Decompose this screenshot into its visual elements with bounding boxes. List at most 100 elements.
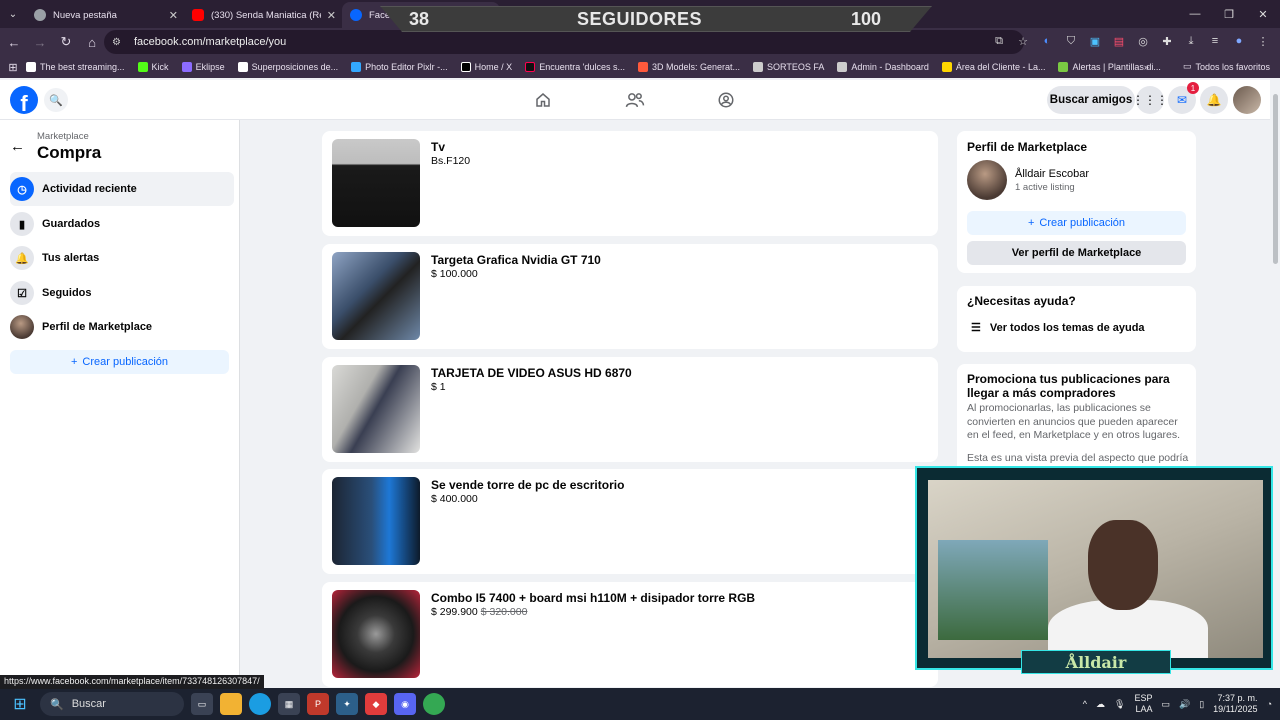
- listing-card[interactable]: Se vende torre de pc de escritorio $ 400…: [322, 469, 938, 574]
- app-icon[interactable]: P: [307, 693, 329, 715]
- listing-price: $ 299.900 $ 320.000: [431, 606, 528, 618]
- facebook-logo[interactable]: f: [10, 86, 38, 114]
- chevron-up-icon[interactable]: ^: [1083, 699, 1087, 709]
- menu-grid-icon[interactable]: ⋮⋮⋮: [1132, 86, 1168, 114]
- bookmark-item[interactable]: Photo Editor Pixlr -...: [351, 62, 448, 72]
- onedrive-cloud-icon[interactable]: ☁: [1096, 699, 1105, 710]
- listing-price: $ 100.000: [431, 268, 478, 280]
- tab-search-menu-icon[interactable]: ⌄: [0, 0, 26, 28]
- app-icon[interactable]: ✦: [336, 693, 358, 715]
- sidebar-item-saved[interactable]: ▮ Guardados: [10, 207, 234, 241]
- windows-start-icon[interactable]: ⊞: [0, 688, 40, 720]
- notifications-bell-icon[interactable]: 🔔: [1200, 86, 1228, 114]
- profile-icon[interactable]: ●: [1230, 32, 1248, 50]
- home-nav-icon[interactable]: [531, 88, 555, 112]
- create-listing-button[interactable]: + Crear publicación: [967, 211, 1186, 235]
- chevron-right-icon: »: [1143, 61, 1149, 72]
- bookmark-item[interactable]: Área del Cliente - La...: [941, 62, 1045, 72]
- close-window-icon[interactable]: ✕: [1246, 0, 1280, 28]
- profile-name[interactable]: Ålldair Escobar: [1015, 168, 1089, 180]
- address-bar[interactable]: ⚙ facebook.com/marketplace/you: [104, 30, 1024, 54]
- bookmark-item[interactable]: SORTEOS FA: [753, 62, 824, 72]
- friends-nav-icon[interactable]: [623, 88, 647, 112]
- download-icon[interactable]: ⤓: [1182, 32, 1200, 50]
- minimize-icon[interactable]: —: [1178, 0, 1212, 28]
- bookmark-item[interactable]: 3D Models: Generat...: [637, 62, 740, 72]
- listing-card[interactable]: Combo I5 7400 + board msi h110M + disipa…: [322, 582, 938, 687]
- edge-icon[interactable]: [249, 693, 271, 715]
- media-icon[interactable]: ≡: [1206, 32, 1224, 50]
- marketplace-sidebar: ← Marketplace Compra ◷ Actividad recient…: [0, 120, 240, 688]
- install-app-icon[interactable]: ⧉: [990, 32, 1008, 50]
- language-indicator[interactable]: ESP LAA: [1134, 693, 1152, 715]
- extension-icon[interactable]: ◎: [1134, 32, 1152, 50]
- notification-center-icon[interactable]: ◔: [1267, 699, 1272, 709]
- apps-grid-icon[interactable]: ⊞: [0, 61, 26, 74]
- avatar[interactable]: [967, 160, 1007, 200]
- bookmark-item[interactable]: The best streaming...: [26, 62, 125, 72]
- promote-preview-text: Esta es una vista previa del aspecto que…: [967, 452, 1189, 464]
- bookmark-star-icon[interactable]: ☆: [1014, 32, 1032, 50]
- browser-toolbar: ← → ↻ ⌂ ⚙ facebook.com/marketplace/you ⧉…: [0, 28, 1280, 56]
- bookmark-item[interactable]: Admin - Dashboard: [837, 62, 929, 72]
- listing-card[interactable]: Tv Bs.F120: [322, 131, 938, 236]
- extension-icon[interactable]: ◐: [1038, 32, 1056, 50]
- forward-arrow-icon[interactable]: →: [28, 30, 52, 54]
- sidebar-item-recent-activity[interactable]: ◷ Actividad reciente: [10, 172, 234, 206]
- browser-tab[interactable]: (330) Senda Maniatica (Remix ✕: [184, 2, 342, 28]
- taskbar-search[interactable]: 🔍 Buscar: [40, 692, 184, 716]
- scrollbar-thumb[interactable]: [1273, 94, 1278, 264]
- bookmark-item[interactable]: Kick: [137, 62, 169, 72]
- extension-icons: ⧉ ☆ ◐ ⛉ ▣ ▤ ◎ ✚ ⤓ ≡ ● ⋮: [990, 32, 1272, 50]
- extension-icon[interactable]: ⛉: [1062, 32, 1080, 50]
- battery-icon[interactable]: ▯: [1199, 699, 1204, 710]
- help-topics-link[interactable]: ☰ Ver todos los temas de ayuda: [971, 321, 1145, 335]
- back-arrow-icon[interactable]: ←: [10, 138, 25, 155]
- all-bookmarks[interactable]: » ▭ Todos los favoritos: [1144, 61, 1270, 72]
- listing-card[interactable]: Targeta Grafica Nvidia GT 710 $ 100.000: [322, 244, 938, 349]
- create-listing-button[interactable]: + Crear publicación: [10, 350, 229, 374]
- messenger-badge: 1: [1187, 82, 1199, 94]
- tab-close-icon[interactable]: ✕: [169, 9, 178, 22]
- app-icon[interactable]: ◆: [365, 693, 387, 715]
- search-icon[interactable]: 🔍: [44, 88, 68, 112]
- chrome-icon[interactable]: [423, 693, 445, 715]
- sidebar-item-marketplace-profile[interactable]: Perfil de Marketplace: [10, 310, 234, 344]
- promote-description: Al promocionarlas, las publicaciones se …: [967, 402, 1181, 441]
- avatar[interactable]: [1233, 86, 1261, 114]
- listing-card[interactable]: TARJETA DE VIDEO ASUS HD 6870 $ 1: [322, 357, 938, 462]
- site-info-icon[interactable]: ⚙: [112, 37, 124, 48]
- discord-icon[interactable]: ◉: [394, 693, 416, 715]
- task-view-icon[interactable]: ▭: [191, 693, 213, 715]
- extension-icon[interactable]: ▣: [1086, 32, 1104, 50]
- tab-close-icon[interactable]: ✕: [327, 9, 336, 22]
- sidebar-item-alerts[interactable]: 🔔 Tus alertas: [10, 241, 234, 275]
- tab-title: Nueva pestaña: [53, 9, 117, 21]
- network-icon[interactable]: ▭: [1161, 699, 1170, 710]
- listing-thumbnail: [332, 365, 420, 453]
- extensions-puzzle-icon[interactable]: ✚: [1158, 32, 1176, 50]
- sidebar-item-label: Actividad reciente: [42, 183, 137, 195]
- browser-tab[interactable]: Nueva pestaña ✕: [26, 2, 184, 28]
- more-menu-icon[interactable]: ⋮: [1254, 32, 1272, 50]
- volume-icon[interactable]: 🔊: [1179, 699, 1190, 710]
- file-explorer-icon[interactable]: [220, 693, 242, 715]
- bookmark-item[interactable]: Eklipse: [181, 62, 225, 72]
- back-arrow-icon[interactable]: ←: [2, 30, 26, 54]
- microphone-icon[interactable]: 🎙: [1114, 699, 1125, 710]
- breadcrumb[interactable]: Marketplace: [37, 131, 89, 142]
- reload-icon[interactable]: ↻: [54, 30, 78, 54]
- find-friends-button[interactable]: Buscar amigos: [1047, 86, 1135, 114]
- sidebar-item-label: Tus alertas: [42, 252, 100, 264]
- view-marketplace-profile-button[interactable]: Ver perfil de Marketplace: [967, 241, 1186, 265]
- restore-icon[interactable]: ❐: [1212, 0, 1246, 28]
- store-icon[interactable]: ▦: [278, 693, 300, 715]
- groups-nav-icon[interactable]: [714, 88, 738, 112]
- sidebar-item-following[interactable]: ☑ Seguidos: [10, 276, 234, 310]
- home-icon[interactable]: ⌂: [80, 30, 104, 54]
- extension-icon[interactable]: ▤: [1110, 32, 1128, 50]
- bookmark-item[interactable]: Encuentra 'dulces s...: [525, 62, 625, 72]
- clock[interactable]: 7:37 p. m. 19/11/2025: [1213, 693, 1257, 715]
- bookmark-item[interactable]: Home / X: [460, 62, 512, 72]
- bookmark-item[interactable]: Superposiciones de...: [237, 62, 338, 72]
